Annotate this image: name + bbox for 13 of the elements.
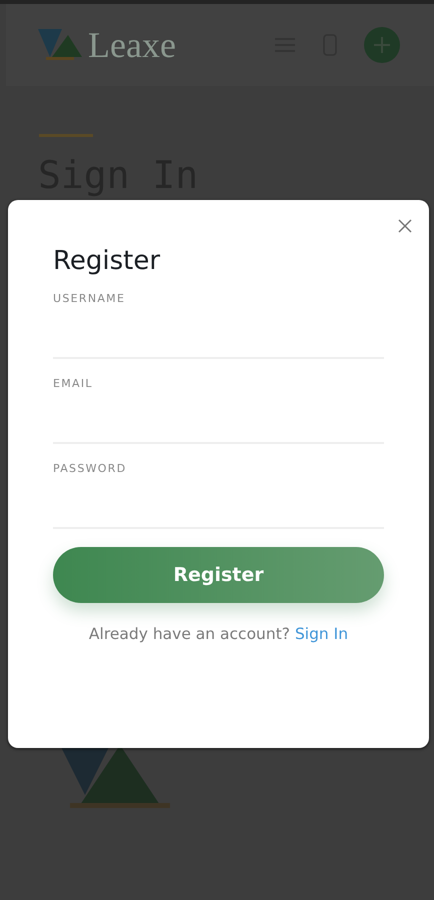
register-button[interactable]: Register xyxy=(53,547,384,603)
field-label: EMAIL xyxy=(53,377,94,390)
field-label: PASSWORD xyxy=(53,462,128,475)
logo-text: Leaxe xyxy=(88,24,176,66)
field-label: USERNAME xyxy=(53,292,126,305)
close-icon xyxy=(398,219,412,233)
dialog-title: Register xyxy=(53,246,162,276)
close-button[interactable] xyxy=(398,219,412,233)
plus-icon xyxy=(372,35,392,55)
logo-icon xyxy=(38,27,84,63)
account-prompt: Already have an account? Sign In xyxy=(88,625,350,643)
sign-in-link[interactable]: Sign In xyxy=(294,625,348,643)
add-button[interactable] xyxy=(364,27,400,63)
